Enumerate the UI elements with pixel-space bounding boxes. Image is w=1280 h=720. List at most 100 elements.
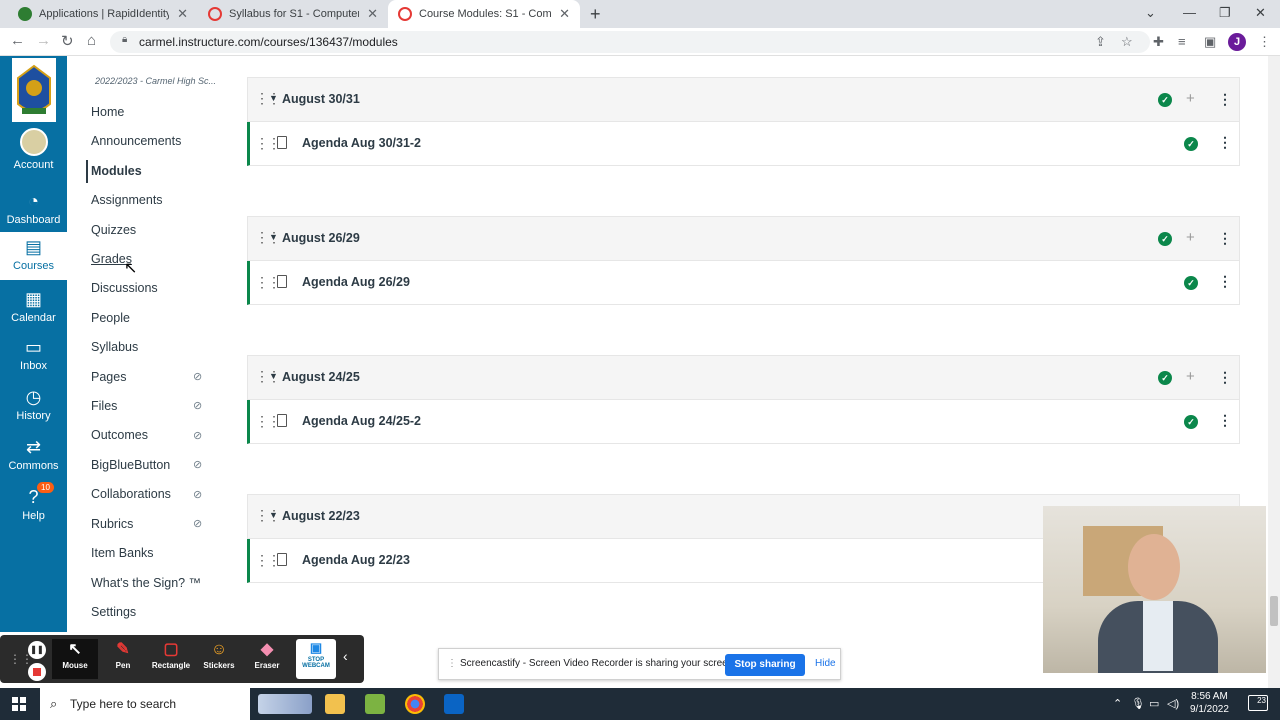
tool-eraser-button[interactable]: ◆ Eraser [244,639,290,679]
reading-list-icon[interactable]: ≡ [1178,34,1186,49]
reload-icon[interactable]: ↻ [61,32,74,50]
course-nav-home[interactable]: Home [91,105,124,119]
close-tab-icon[interactable]: ✕ [559,6,570,22]
stop-sharing-button[interactable]: Stop sharing [725,654,805,676]
chrome-icon[interactable] [405,694,425,714]
module-item[interactable]: ⋮⋮ Agenda Aug 26/29 ✓ ⋮ [247,261,1240,305]
banner-grip-icon[interactable]: ⋮ [447,658,457,669]
network-icon[interactable]: ▭ [1149,697,1159,710]
course-nav-outcomes[interactable]: Outcomes [91,428,148,442]
drag-handle-icon[interactable]: ⋮⋮ [255,135,281,152]
module-item-title[interactable]: Agenda Aug 26/29 [302,275,410,289]
browser-tab-active[interactable]: Course Modules: S1 - Computer ✕ [388,0,580,28]
global-nav-inbox[interactable]: ▭ Inbox [0,336,67,372]
tool-stickers-button[interactable]: ☺ Stickers [196,639,242,679]
bookmark-star-icon[interactable]: ☆ [1121,34,1133,50]
home-icon[interactable]: ⌂ [87,32,96,49]
global-nav-courses[interactable]: ▤ Courses [0,232,67,280]
course-nav-discussions[interactable]: Discussions [91,281,158,295]
close-tab-icon[interactable]: ✕ [177,6,188,22]
outlook-icon[interactable] [444,694,464,714]
tool-mouse-button[interactable]: ↖ Mouse [52,639,98,679]
hide-banner-link[interactable]: Hide [815,658,836,669]
published-check-icon[interactable]: ✓ [1184,415,1198,429]
drag-handle-icon[interactable]: ⋮⋮ [255,274,281,291]
webcam-overlay[interactable] [1043,506,1266,673]
forward-icon[interactable]: → [36,32,51,49]
module-options-icon[interactable]: ⋮ [1218,230,1232,247]
global-nav-dashboard[interactable]: ◔ Dashboard [0,190,67,226]
pause-recording-button[interactable]: ❚❚ [28,641,46,659]
browser-tab[interactable]: Syllabus for S1 - Computer Scien ✕ [198,0,388,28]
drag-handle-icon[interactable]: ⋮⋮ [255,552,281,569]
module-options-icon[interactable]: ⋮ [1218,91,1232,108]
course-nav-bigbluebutton[interactable]: BigBlueButton [91,458,170,472]
module-item-title[interactable]: Agenda Aug 24/25-2 [302,414,421,428]
minimize-icon[interactable]: — [1183,5,1196,20]
close-tab-icon[interactable]: ✕ [367,6,378,22]
item-options-icon[interactable]: ⋮ [1218,412,1232,429]
course-nav-announcements[interactable]: Announcements [91,134,181,148]
volume-icon[interactable]: ◁) [1167,697,1179,710]
course-nav-assignments[interactable]: Assignments [91,193,163,207]
side-panel-icon[interactable]: ▣ [1204,34,1216,50]
add-item-icon[interactable]: + [1186,368,1195,385]
item-options-icon[interactable]: ⋮ [1218,134,1232,151]
published-check-icon[interactable]: ✓ [1158,93,1172,107]
module-item-title[interactable]: Agenda Aug 22/23 [302,553,410,567]
published-check-icon[interactable]: ✓ [1158,232,1172,246]
course-nav-settings[interactable]: Settings [91,605,136,619]
global-nav-help[interactable]: ? Help 10 [0,482,67,522]
course-nav-pages[interactable]: Pages [91,370,126,384]
course-nav-whats-the-sign[interactable]: What's the Sign? ™ [91,576,201,590]
browser-menu-icon[interactable]: ⋮ [1258,34,1271,50]
global-nav-account[interactable]: Account [0,128,67,171]
course-nav-collaborations[interactable]: Collaborations [91,487,171,501]
add-item-icon[interactable]: + [1186,229,1195,246]
published-check-icon[interactable]: ✓ [1158,371,1172,385]
collapse-caret-icon[interactable]: ▼ [269,510,278,520]
stop-recording-button[interactable] [28,663,46,681]
module-item[interactable]: ⋮⋮ Agenda Aug 30/31-2 ✓ ⋮ [247,122,1240,166]
module-header[interactable]: ⋮⋮ ▼ August 26/29 ✓ + ⋮ [247,216,1240,261]
collapse-caret-icon[interactable]: ▼ [269,232,278,242]
collapse-caret-icon[interactable]: ▼ [269,371,278,381]
global-nav-calendar[interactable]: ▦ Calendar [0,288,67,324]
lock-icon[interactable]: 🔒︎ [122,34,127,45]
tool-pen-button[interactable]: ✎ Pen [100,639,146,679]
share-icon[interactable]: ⇪ [1095,34,1106,50]
collapse-caret-icon[interactable]: ▼ [269,93,278,103]
show-hidden-icons-icon[interactable]: ⌃ [1113,697,1122,710]
close-window-icon[interactable]: ✕ [1255,5,1266,21]
windows-start-icon[interactable] [12,697,26,711]
back-icon[interactable]: ← [10,32,25,49]
taskbar-app-icon[interactable] [365,694,385,714]
notifications-badge[interactable]: 23 [1248,695,1268,711]
stop-webcam-button[interactable]: ▣ STOP WEBCAM [296,639,336,679]
course-nav-syllabus[interactable]: Syllabus [91,340,138,354]
taskbar-search-box[interactable]: Type here to search [40,688,250,720]
global-nav-commons[interactable]: ⇄ Commons [0,436,67,472]
published-check-icon[interactable]: ✓ [1184,276,1198,290]
module-header[interactable]: ⋮⋮ ▼ August 24/25 ✓ + ⋮ [247,355,1240,400]
search-highlight-image[interactable] [258,694,312,714]
browser-tab[interactable]: Applications | RapidIdentity ✕ [8,0,198,28]
file-explorer-icon[interactable] [325,694,345,714]
page-scrollbar[interactable] [1268,56,1280,688]
extensions-icon[interactable]: ✚ [1153,34,1164,50]
global-nav-history[interactable]: ◷ History [0,386,67,422]
item-options-icon[interactable]: ⋮ [1218,273,1232,290]
module-item[interactable]: ⋮⋮ Agenda Aug 24/25-2 ✓ ⋮ [247,400,1240,444]
school-crest-logo[interactable] [8,58,60,122]
course-nav-item-banks[interactable]: Item Banks [91,546,154,560]
scrollbar-thumb[interactable] [1270,596,1278,626]
tab-search-icon[interactable]: ⌄ [1145,5,1156,21]
published-check-icon[interactable]: ✓ [1184,137,1198,151]
taskbar-clock[interactable]: 8:56 AM 9/1/2022 [1190,690,1229,716]
module-options-icon[interactable]: ⋮ [1218,369,1232,386]
microphone-icon[interactable]: 🎙︎ [1131,697,1145,710]
tool-rectangle-button[interactable]: ▢ Rectangle [148,639,194,679]
restore-icon[interactable]: ❐ [1219,5,1231,21]
profile-avatar[interactable]: J [1228,33,1246,51]
add-item-icon[interactable]: + [1186,90,1195,107]
